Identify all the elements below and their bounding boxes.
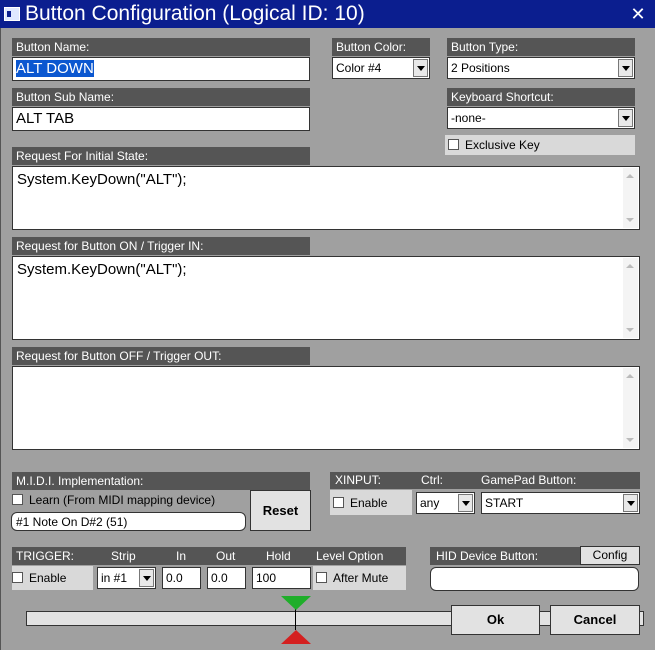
chevron-down-icon[interactable] [458,494,473,512]
ok-button[interactable]: Ok [451,605,540,635]
trigger-strip-value: in #1 [101,571,128,585]
button-off-textarea[interactable] [12,366,640,450]
button-color-value: Color #4 [336,61,382,75]
button-on-label: Request for Button ON / Trigger IN: [12,237,310,255]
chevron-down-icon[interactable] [618,59,633,77]
button-name-input[interactable]: ALT DOWN [12,57,310,81]
keyboard-shortcut-value: -none- [451,111,486,125]
button-name-value: ALT DOWN [16,60,94,77]
trigger-out-label: Out [216,549,236,563]
close-icon[interactable]: ✕ [627,3,649,25]
checkbox-icon[interactable] [12,494,23,505]
button-color-label: Button Color: [332,38,430,56]
window-title: Button Configuration (Logical ID: 10) [25,2,365,25]
keyboard-shortcut-label: Keyboard Shortcut: [447,88,635,106]
initial-state-label: Request For Initial State: [12,147,310,165]
scrollbar[interactable] [623,368,638,448]
xinput-ctrl-select[interactable]: any [416,492,475,514]
checkbox-icon[interactable] [333,497,344,508]
trigger-enable-checkbox[interactable]: Enable [12,569,66,587]
button-sub-name-label: Button Sub Name: [12,88,310,106]
trigger-level-label: Level Option [316,549,384,563]
scrollbar[interactable] [623,168,638,228]
checkbox-icon[interactable] [448,139,459,150]
xinput-label: XINPUT: [335,473,382,487]
exclusive-key-label: Exclusive Key [465,138,540,152]
button-type-label: Button Type: [447,38,635,56]
cancel-button[interactable]: Cancel [550,605,640,635]
hid-config-button[interactable]: Config [580,546,640,565]
exclusive-key-checkbox[interactable]: Exclusive Key [448,136,540,154]
xinput-gamepad-value: START [485,496,524,510]
trigger-strip-label: Strip [111,549,136,563]
checkbox-icon[interactable] [12,572,23,583]
scroll-down-icon[interactable] [626,438,634,442]
app-icon [4,7,20,21]
checkbox-icon[interactable] [316,572,327,583]
xinput-gamepad-select[interactable]: START [481,492,640,514]
button-color-select[interactable]: Color #4 [332,57,430,79]
chevron-down-icon[interactable] [413,59,428,77]
button-name-label: Button Name: [12,38,310,56]
midi-learn-checkbox[interactable]: Learn (From MIDI mapping device) [12,491,215,509]
hid-device-field[interactable] [430,567,639,591]
xinput-ctrl-value: any [420,496,440,510]
midi-learn-label: Learn (From MIDI mapping device) [29,493,216,507]
trigger-enable-label: Enable [29,571,67,585]
keyboard-shortcut-select[interactable]: -none- [447,107,635,129]
trigger-in-input[interactable]: 0.0 [162,567,201,589]
scroll-up-icon[interactable] [626,174,634,178]
chevron-down-icon[interactable] [139,569,154,587]
button-on-textarea[interactable]: System.KeyDown("ALT"); [12,256,640,340]
xinput-enable-label: Enable [350,496,388,510]
initial-state-textarea[interactable]: System.KeyDown("ALT"); [12,166,640,230]
button-type-select[interactable]: 2 Positions [447,57,635,79]
after-mute-checkbox[interactable]: After Mute [316,569,388,587]
reset-button[interactable]: Reset [250,490,311,531]
trigger-hold-label: Hold [266,549,291,563]
midi-mapping-field[interactable]: #1 Note On D#2 (51) [11,512,246,531]
hid-label: HID Device Button: [436,549,539,563]
chevron-down-icon[interactable] [623,494,638,512]
scroll-down-icon[interactable] [626,328,634,332]
xinput-ctrl-label: Ctrl: [421,473,443,487]
initial-state-value: System.KeyDown("ALT"); [17,171,187,188]
trigger-level-marker [295,608,296,630]
trigger-label: TRIGGER: [16,549,75,563]
button-on-value: System.KeyDown("ALT"); [17,261,187,278]
button-type-value: 2 Positions [451,61,510,75]
button-off-label: Request for Button OFF / Trigger OUT: [12,347,310,365]
scroll-up-icon[interactable] [626,374,634,378]
xinput-enable-checkbox[interactable]: Enable [333,494,387,512]
trigger-out-marker-icon[interactable] [281,630,311,644]
trigger-in-label: In [176,549,187,563]
trigger-strip-select[interactable]: in #1 [97,567,156,589]
chevron-down-icon[interactable] [618,109,633,127]
title-bar: Button Configuration (Logical ID: 10) ✕ [0,0,655,28]
scroll-up-icon[interactable] [626,264,634,268]
trigger-out-input[interactable]: 0.0 [207,567,246,589]
scrollbar[interactable] [623,258,638,338]
midi-label: M.I.D.I. Implementation: [12,472,310,490]
trigger-hold-input[interactable]: 100 [252,567,311,589]
scroll-down-icon[interactable] [626,218,634,222]
after-mute-label: After Mute [333,571,389,585]
trigger-in-marker-icon[interactable] [281,596,311,610]
xinput-gamepad-label: GamePad Button: [481,473,577,487]
button-sub-name-input[interactable]: ALT TAB [12,107,310,131]
